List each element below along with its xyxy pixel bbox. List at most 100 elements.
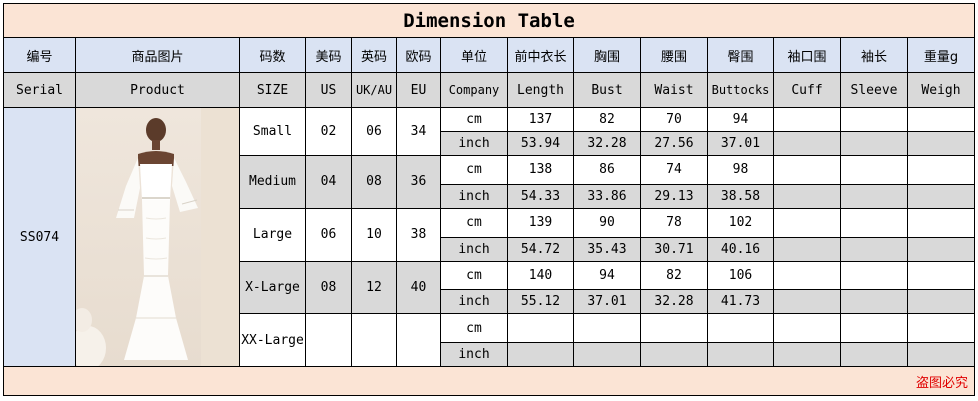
unit-cell: inch [440, 131, 508, 156]
size-eu [396, 313, 441, 367]
sleeve-cell [840, 207, 908, 238]
cuff-cell [773, 107, 841, 132]
cuff-cell [773, 313, 841, 343]
header-weight: Weigh [907, 72, 975, 108]
table-title: Dimension Table [3, 3, 975, 38]
buttocks-cell: 106 [707, 260, 774, 291]
cuff-cell [773, 207, 841, 238]
length-cell: 137 [507, 107, 574, 132]
buttocks-cell: 94 [707, 107, 774, 132]
weight-cell [907, 131, 975, 156]
waist-cell: 32.28 [640, 289, 708, 315]
size-eu: 36 [396, 155, 441, 209]
bust-cell: 86 [573, 155, 641, 185]
waist-cell: 70 [640, 107, 708, 132]
buttocks-cell: 41.73 [707, 289, 774, 315]
waist-cell: 82 [640, 260, 708, 291]
weight-cell [907, 342, 975, 367]
weight-cell [907, 289, 975, 315]
bust-cell: 94 [573, 260, 641, 291]
size-uk: 06 [351, 107, 397, 156]
size-name: X-Large [239, 260, 306, 315]
bust-cell [573, 313, 641, 343]
header-bust-zh: 胸围 [573, 37, 641, 73]
header-unit-zh: 单位 [440, 37, 508, 73]
header-product: Product [75, 72, 240, 108]
length-cell: 53.94 [507, 131, 574, 156]
size-uk: 08 [351, 155, 397, 209]
bust-cell: 32.28 [573, 131, 641, 156]
waist-cell [640, 342, 708, 367]
size-eu: 34 [396, 107, 441, 156]
weight-cell [907, 107, 975, 132]
header-length-zh: 前中衣长 [507, 37, 574, 73]
length-cell: 54.33 [507, 183, 574, 209]
cuff-cell [773, 260, 841, 291]
dimension-table: Dimension Table 编号 商品图片 码数 美码 英码 欧码 单位 前… [3, 3, 975, 396]
header-eu: EU [396, 72, 441, 108]
weight-cell [907, 155, 975, 185]
header-buttocks: Buttocks [707, 72, 774, 108]
header-row-chinese: 编号 商品图片 码数 美码 英码 欧码 单位 前中衣长 胸围 腰围 臀围 袖口围… [3, 37, 975, 73]
footer-row: 盗图必究 [3, 366, 975, 396]
header-serial-zh: 编号 [3, 37, 76, 73]
header-cuff-zh: 袖口围 [773, 37, 841, 73]
sleeve-cell [840, 183, 908, 209]
bust-cell: 90 [573, 207, 641, 238]
waist-cell: 29.13 [640, 183, 708, 209]
unit-cell: inch [440, 236, 508, 262]
sleeve-cell [840, 289, 908, 315]
bust-cell [573, 342, 641, 367]
header-eu-zh: 欧码 [396, 37, 441, 73]
header-serial: Serial [3, 72, 76, 108]
header-uk: UK/AU [351, 72, 397, 108]
copyright-note: 盗图必究 [915, 375, 968, 391]
buttocks-cell: 38.58 [707, 183, 774, 209]
size-us [305, 313, 352, 367]
unit-cell: cm [440, 207, 508, 238]
length-cell: 140 [507, 260, 574, 291]
size-us: 08 [305, 260, 352, 315]
weight-cell [907, 236, 975, 262]
header-waist-zh: 腰围 [640, 37, 708, 73]
header-uk-zh: 英码 [351, 37, 397, 73]
size-name: XX-Large [239, 313, 306, 367]
sleeve-cell [840, 107, 908, 132]
unit-cell: inch [440, 289, 508, 315]
header-bust: Bust [573, 72, 641, 108]
sleeve-cell [840, 155, 908, 185]
size-name: Small [239, 107, 306, 156]
unit-cell: cm [440, 313, 508, 343]
bust-cell: 33.86 [573, 183, 641, 209]
unit-cell: inch [440, 342, 508, 367]
waist-cell: 78 [640, 207, 708, 238]
length-cell: 55.12 [507, 289, 574, 315]
header-us-zh: 美码 [305, 37, 352, 73]
unit-cell: cm [440, 107, 508, 132]
waist-cell: 30.71 [640, 236, 708, 262]
buttocks-cell: 98 [707, 155, 774, 185]
sleeve-cell [840, 131, 908, 156]
product-photo [75, 107, 240, 367]
length-cell: 54.72 [507, 236, 574, 262]
bust-cell: 37.01 [573, 289, 641, 315]
unit-cell: cm [440, 260, 508, 291]
weight-cell [907, 260, 975, 291]
header-unit: Company [440, 72, 508, 108]
buttocks-cell: 40.16 [707, 236, 774, 262]
header-waist: Waist [640, 72, 708, 108]
cuff-cell [773, 183, 841, 209]
header-sleeve: Sleeve [840, 72, 908, 108]
length-cell [507, 313, 574, 343]
length-cell: 138 [507, 155, 574, 185]
serial-number: SS074 [3, 107, 76, 367]
header-buttocks-zh: 臀围 [707, 37, 774, 73]
buttocks-cell: 37.01 [707, 131, 774, 156]
weight-cell [907, 183, 975, 209]
bust-cell: 82 [573, 107, 641, 132]
size-uk: 12 [351, 260, 397, 315]
size-us: 06 [305, 207, 352, 262]
header-row-english: Serial Product SIZE US UK/AU EU Company … [3, 72, 975, 108]
header-sleeve-zh: 袖长 [840, 37, 908, 73]
size-name: Large [239, 207, 306, 262]
